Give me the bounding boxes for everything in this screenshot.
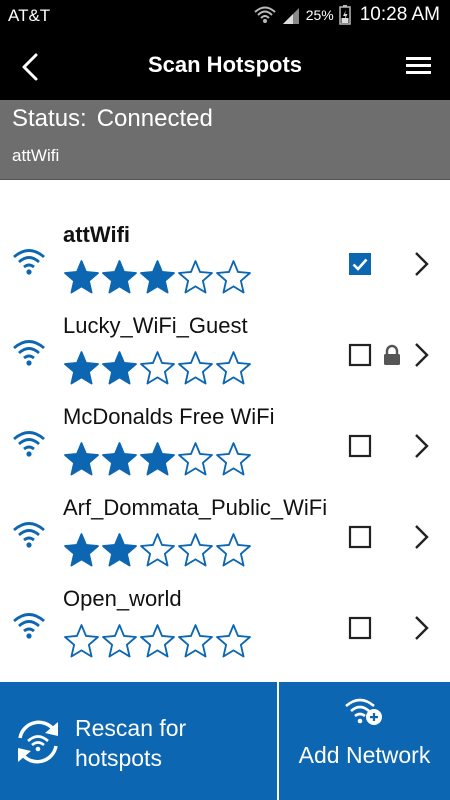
signal-rating — [63, 350, 252, 386]
star-empty-icon — [140, 351, 175, 385]
connected-ssid: attWifi — [12, 146, 60, 165]
signal-rating — [63, 532, 252, 568]
add-network-label: Add Network — [298, 742, 431, 768]
signal-rating — [63, 259, 252, 295]
hotspot-row[interactable]: Arf_Dommata_Public_WiFi — [0, 488, 450, 579]
star-filled-icon — [64, 442, 99, 476]
clock: 10:28 AM — [359, 4, 440, 25]
star-filled-icon — [102, 533, 137, 567]
hotspot-list: attWifi Lucky_WiFi_Guest McDonalds Free Wi… — [0, 215, 450, 670]
action-bar: Rescan for hotspots Add Network — [0, 682, 450, 800]
checkbox-unchecked[interactable] — [348, 343, 372, 367]
lock-icon — [384, 344, 400, 365]
connection-status-panel: Status: Connected attWifi — [0, 100, 450, 180]
star-empty-icon — [102, 624, 137, 658]
wifi-signal-icon — [13, 613, 45, 639]
hotspot-name: Lucky_WiFi_Guest — [63, 313, 248, 338]
battery-icon — [338, 5, 351, 25]
page-title: Scan Hotspots — [147, 52, 303, 77]
hotspot-row[interactable]: attWifi — [0, 215, 450, 306]
checkbox-checked[interactable] — [348, 252, 372, 276]
add-network-button[interactable]: Add Network — [279, 682, 450, 800]
rescan-icon — [18, 720, 58, 764]
chevron-right-icon[interactable] — [412, 523, 430, 551]
hotspot-name: Arf_Dommata_Public_WiFi — [63, 495, 328, 520]
star-filled-icon — [64, 260, 99, 294]
chevron-right-icon[interactable] — [412, 341, 430, 369]
chevron-right-icon[interactable] — [412, 432, 430, 460]
hotspot-name: attWifi — [63, 222, 131, 247]
star-empty-icon — [216, 442, 251, 476]
hotspot-row[interactable]: McDonalds Free WiFi — [0, 397, 450, 488]
checkbox-unchecked[interactable] — [348, 525, 372, 549]
wifi-signal-icon — [13, 249, 45, 275]
hotspot-name: McDonalds Free WiFi — [63, 404, 275, 429]
star-filled-icon — [102, 260, 137, 294]
carrier-name: AT&T — [8, 6, 51, 25]
app-bar: Scan Hotspots — [0, 33, 450, 100]
wifi-signal-icon — [254, 6, 276, 23]
hotspot-row[interactable]: Lucky_WiFi_Guest — [0, 306, 450, 397]
chevron-right-icon[interactable] — [412, 614, 430, 642]
star-empty-icon — [178, 533, 213, 567]
chevron-right-icon[interactable] — [412, 250, 430, 278]
star-empty-icon — [178, 260, 213, 294]
hamburger-menu-icon[interactable] — [404, 53, 434, 79]
wifi-signal-icon — [13, 431, 45, 457]
star-empty-icon — [178, 624, 213, 658]
star-filled-icon — [140, 260, 175, 294]
star-filled-icon — [64, 533, 99, 567]
star-empty-icon — [216, 533, 251, 567]
star-filled-icon — [102, 442, 137, 476]
signal-rating — [63, 623, 252, 659]
star-empty-icon — [178, 442, 213, 476]
cell-signal-icon — [282, 8, 299, 24]
star-filled-icon — [64, 351, 99, 385]
connection-status: Status: Connected — [12, 105, 213, 133]
status-label: Status: — [12, 105, 87, 132]
system-status-bar: AT&T 25% 10:28 AM — [0, 0, 450, 33]
status-value: Connected — [96, 105, 213, 132]
battery-percent: 25% — [305, 7, 334, 23]
hotspot-row[interactable]: Open_world — [0, 579, 450, 670]
star-empty-icon — [140, 624, 175, 658]
star-empty-icon — [216, 260, 251, 294]
checkbox-unchecked[interactable] — [348, 434, 372, 458]
star-filled-icon — [140, 442, 175, 476]
star-empty-icon — [140, 533, 175, 567]
signal-rating — [63, 441, 252, 477]
rescan-button[interactable]: Rescan for hotspots — [0, 682, 279, 800]
star-filled-icon — [102, 351, 137, 385]
star-empty-icon — [178, 351, 213, 385]
star-empty-icon — [64, 624, 99, 658]
rescan-label: Rescan for hotspots — [75, 715, 187, 771]
status-icons: 25% 10:28 AM — [254, 4, 440, 26]
checkbox-unchecked[interactable] — [348, 616, 372, 640]
hotspot-name: Open_world — [63, 586, 182, 611]
add-wifi-icon — [345, 698, 382, 725]
star-empty-icon — [216, 351, 251, 385]
wifi-signal-icon — [13, 340, 45, 366]
star-empty-icon — [216, 624, 251, 658]
wifi-signal-icon — [13, 522, 45, 548]
